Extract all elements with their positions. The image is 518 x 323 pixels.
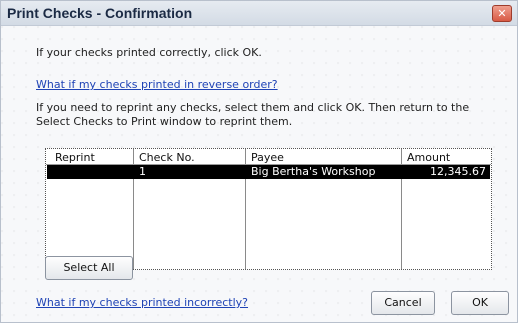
print-checks-confirmation-dialog: Print Checks - Confirmation ✕ If your ch…: [0, 0, 518, 323]
dialog-body: If your checks printed correctly, click …: [1, 26, 517, 322]
select-all-button[interactable]: Select All: [45, 256, 133, 280]
cell-amount: 12,345.67: [430, 165, 486, 178]
cell-check-no: 1: [139, 165, 146, 178]
reprint-instruction-line-2: Select Checks to Print window to reprint…: [36, 115, 293, 128]
reverse-order-help-link[interactable]: What if my checks printed in reverse ord…: [36, 78, 278, 91]
title-bar: Print Checks - Confirmation ✕: [1, 1, 517, 26]
close-icon[interactable]: ✕: [492, 5, 512, 22]
reprint-instruction-line-1: If you need to reprint any checks, selec…: [36, 101, 470, 114]
column-header-amount[interactable]: Amount: [407, 151, 450, 164]
column-header-reprint[interactable]: Reprint: [55, 151, 95, 164]
instruction-text: If your checks printed correctly, click …: [36, 46, 262, 59]
ok-button[interactable]: OK: [451, 291, 509, 315]
dialog-title: Print Checks - Confirmation: [7, 5, 193, 21]
incorrect-print-help-link[interactable]: What if my checks printed incorrectly?: [36, 296, 248, 309]
column-header-check-no[interactable]: Check No.: [139, 151, 195, 164]
table-row[interactable]: 1 Big Bertha's Workshop 12,345.67: [47, 165, 490, 179]
column-header-payee[interactable]: Payee: [251, 151, 284, 164]
checks-table[interactable]: Reprint Check No. Payee Amount 1 Big Ber…: [45, 148, 492, 270]
cell-payee: Big Bertha's Workshop: [251, 165, 376, 178]
cancel-button[interactable]: Cancel: [371, 291, 435, 315]
